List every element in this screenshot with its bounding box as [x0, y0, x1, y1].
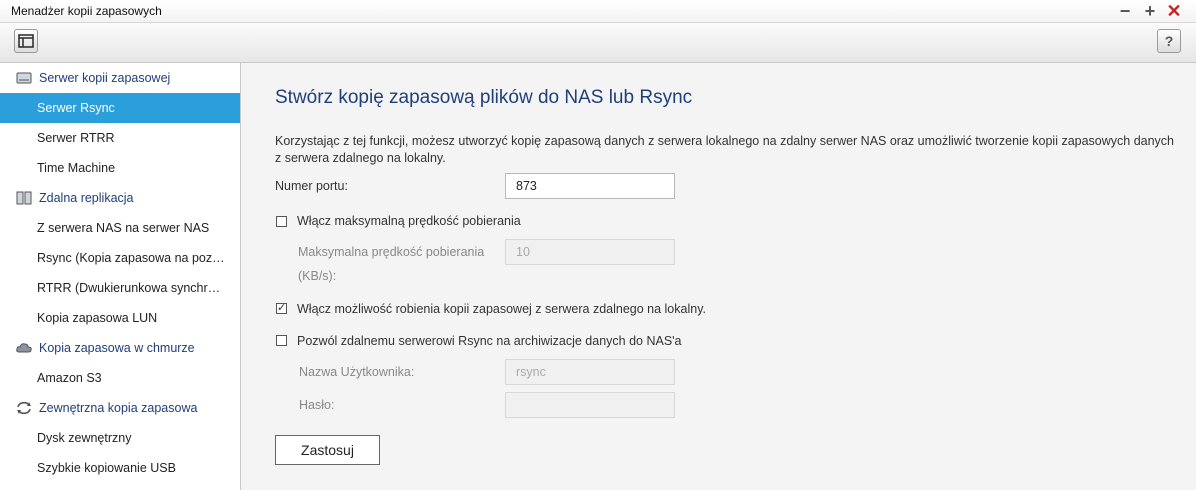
password-input[interactable] — [505, 392, 675, 418]
sidebar: Serwer kopii zapasowej Serwer Rsync Serw… — [0, 63, 241, 490]
drive-icon — [16, 72, 32, 84]
sidebar-item-time-machine[interactable]: Time Machine — [0, 153, 240, 183]
section-remote-replication[interactable]: Zdalna replikacja — [0, 183, 240, 213]
apply-button[interactable]: Zastosuj — [275, 435, 380, 465]
remote-backup-checkbox-label: Włącz możliwość robienia kopii zapasowej… — [297, 302, 706, 316]
sidebar-item-rtrr-sync[interactable]: RTRR (Dwukierunkowa synchronizacja) — [0, 273, 240, 303]
max-speed-label-line2: (KB/s): — [298, 269, 337, 283]
maximize-icon[interactable]: + — [1141, 1, 1159, 21]
sidebar-item-external-disk[interactable]: Dysk zewnętrzny — [0, 423, 240, 453]
sidebar-item-rsync-server[interactable]: Serwer Rsync — [0, 93, 240, 123]
servers-icon — [16, 191, 32, 205]
port-input[interactable]: 873 — [505, 173, 675, 199]
sync-icon — [17, 401, 31, 415]
main-panel: Stwórz kopię zapasową plików do NAS lub … — [241, 63, 1196, 490]
title-bar: Menadżer kopii zapasowych − + ✕ — [0, 0, 1196, 23]
section-label: Zdalna replikacja — [39, 191, 134, 205]
sidebar-item-nas-to-nas[interactable]: Z serwera NAS na serwer NAS — [0, 213, 240, 243]
allow-rsync-checkbox-label: Pozwól zdalnemu serwerowi Rsync na archi… — [297, 334, 682, 348]
toolbar: ? — [0, 23, 1196, 63]
checkmark-icon: ✓ — [277, 302, 287, 314]
description: Korzystając z tej funkcji, możesz utworz… — [275, 134, 1175, 165]
remote-backup-checkbox[interactable]: ✓ — [276, 302, 287, 314]
max-speed-input[interactable]: 10 — [505, 239, 675, 265]
section-label: Serwer kopii zapasowej — [39, 71, 171, 85]
sidebar-item-amazon-s3[interactable]: Amazon S3 — [0, 363, 240, 393]
sidebar-item-rsync-file-level[interactable]: Rsync (Kopia zapasowa na poziomie plików… — [0, 243, 240, 273]
sidebar-item-usb-quick-copy[interactable]: Szybkie kopiowanie USB — [0, 453, 240, 483]
help-button[interactable]: ? — [1157, 29, 1181, 53]
username-input[interactable]: rsync — [505, 359, 675, 385]
sidebar-layout-icon — [18, 34, 34, 48]
section-external-backup[interactable]: Zewnętrzna kopia zapasowa — [0, 393, 240, 423]
cloud-icon — [16, 343, 32, 353]
toggle-sidebar-button[interactable] — [14, 29, 38, 53]
page-title: Stwórz kopię zapasową plików do NAS lub … — [275, 87, 693, 108]
minimize-icon[interactable]: − — [1116, 1, 1134, 21]
close-icon[interactable]: ✕ — [1165, 1, 1183, 21]
max-speed-checkbox-label: Włącz maksymalną prędkość pobierania — [297, 214, 521, 228]
sidebar-item-lun-backup[interactable]: Kopia zapasowa LUN — [0, 303, 240, 333]
section-backup-server[interactable]: Serwer kopii zapasowej — [0, 63, 240, 93]
section-cloud-backup[interactable]: Kopia zapasowa w chmurze — [0, 333, 240, 363]
port-label: Numer portu: — [275, 179, 348, 193]
username-label: Nazwa Użytkownika: — [299, 365, 415, 379]
sidebar-item-rtrr-server[interactable]: Serwer RTRR — [0, 123, 240, 153]
max-speed-label-line1: Maksymalna prędkość pobierania — [298, 245, 485, 259]
section-label: Zewnętrzna kopia zapasowa — [39, 401, 198, 415]
max-speed-checkbox[interactable] — [276, 216, 287, 227]
section-label: Kopia zapasowa w chmurze — [39, 341, 195, 355]
allow-rsync-checkbox[interactable] — [276, 335, 287, 346]
window-title: Menadżer kopii zapasowych — [11, 4, 162, 18]
password-label: Hasło: — [299, 398, 335, 412]
